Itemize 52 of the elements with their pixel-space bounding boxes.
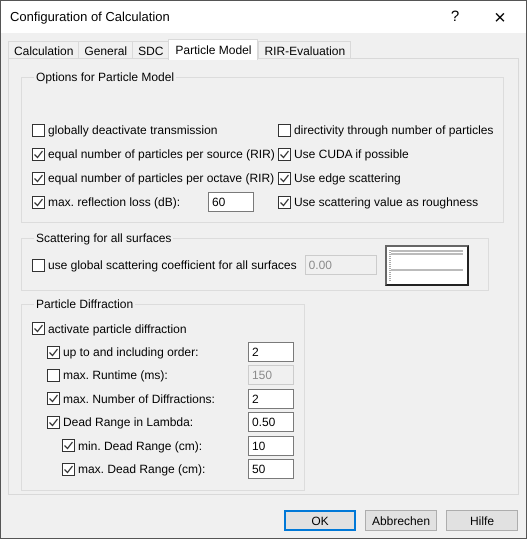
group-title: Particle Diffraction (35, 296, 134, 313)
checkbox-label: max. Number of Diffractions: (63, 390, 215, 408)
checkbox[interactable] (278, 124, 291, 136)
dialog-button[interactable]: Abbrechen (365, 510, 437, 531)
input-field[interactable]: 2 (248, 388, 294, 409)
checkbox-label: equal number of particles per octave (RIR) (48, 170, 274, 187)
tab[interactable]: Particle Model (168, 39, 258, 60)
dialog-button[interactable]: Hilfe (446, 510, 518, 531)
checkbox[interactable] (278, 196, 291, 208)
checkbox[interactable] (32, 148, 45, 160)
checkbox-label: max. Runtime (ms): (63, 367, 168, 384)
checkbox[interactable] (32, 172, 45, 184)
checkbox-label: directivity through number of particles (294, 122, 494, 139)
input-field[interactable]: 10 (248, 436, 294, 456)
input-field[interactable]: 50 (248, 459, 294, 480)
window-title: Configuration of Calculation (10, 8, 170, 26)
checkbox[interactable] (62, 462, 75, 476)
checkbox[interactable] (47, 392, 60, 406)
checkbox-label: use global scattering coefficient for all surfaces (48, 257, 297, 274)
checkbox[interactable] (32, 258, 45, 272)
checkbox[interactable] (32, 196, 45, 208)
group-title: Options for Particle Model (35, 69, 176, 86)
checkbox-label: globally deactivate transmission (48, 122, 218, 139)
checkbox[interactable] (278, 172, 291, 184)
close-button[interactable]: × (482, 3, 518, 31)
checkbox-label: Dead Range in Lambda: (63, 414, 194, 432)
group-title: Scattering for all surfaces (35, 230, 172, 247)
checkbox-label: min. Dead Range (cm): (78, 438, 202, 455)
tab[interactable]: RIR-Evaluation (258, 41, 352, 59)
preview-button[interactable] (384, 244, 469, 286)
checkbox[interactable] (47, 368, 60, 382)
checkbox-label: equal number of particles per source (RIR) (48, 146, 275, 163)
checkbox-label: max. reflection loss (dB): (48, 194, 182, 211)
checkbox-label: activate particle diffraction (48, 320, 187, 338)
checkbox[interactable] (278, 148, 291, 160)
checkbox[interactable] (47, 346, 60, 359)
checkbox[interactable] (32, 322, 45, 336)
input-field[interactable]: 60 (208, 192, 254, 212)
checkbox-label: max. Dead Range (cm): (78, 461, 206, 478)
input-field[interactable]: 2 (248, 342, 294, 362)
tab[interactable]: Calculation (8, 41, 80, 59)
input-field[interactable]: 0.50 (248, 412, 294, 432)
checkbox-label: Use edge scattering (294, 170, 401, 187)
checkbox-label: up to and including order: (63, 344, 198, 362)
checkbox-label: Use scattering value as roughness (294, 194, 478, 211)
help-button[interactable]: ? (440, 3, 470, 31)
checkbox[interactable] (47, 416, 60, 429)
checkbox-label: Use CUDA if possible (294, 146, 409, 163)
lines-icon (388, 248, 465, 282)
checkbox[interactable] (32, 124, 45, 136)
checkbox[interactable] (62, 439, 75, 452)
dialog-button[interactable]: OK (284, 510, 356, 531)
